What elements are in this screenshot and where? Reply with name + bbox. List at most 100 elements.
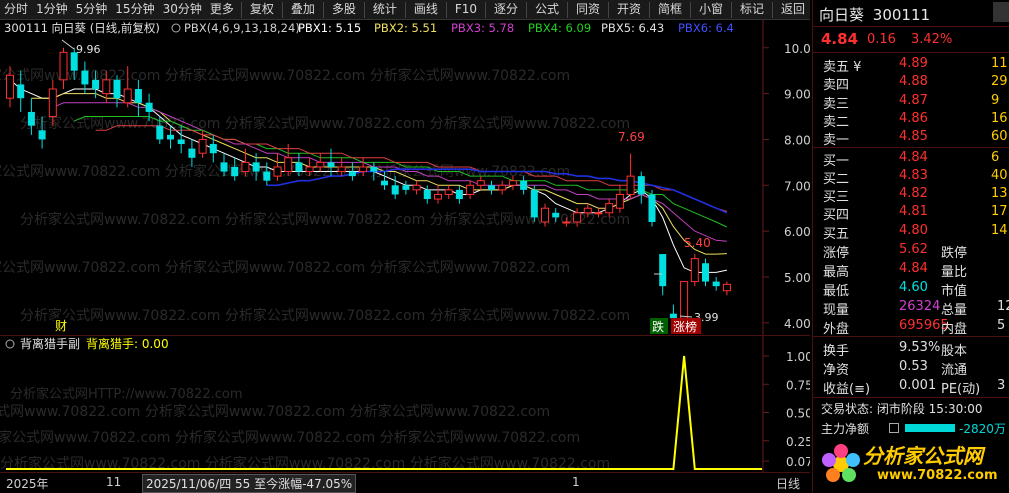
header-pbx2: PBX2: 5.51	[374, 21, 437, 35]
order-book: 卖五 ¥ 4.89 11 卖四 4.88 29 卖三 4.87 9 卖二 4.86 16 卖一 4.85 6…	[813, 54, 1009, 242]
candle-body	[412, 184, 421, 191]
current-price: 4.84	[821, 30, 859, 48]
period-label: 日线	[776, 477, 801, 491]
period-tab-1[interactable]: 1分钟	[32, 0, 72, 20]
toolbar-action-6[interactable]: 逐分	[489, 0, 523, 20]
period-tab-3[interactable]: 15分钟	[111, 0, 158, 20]
candle-body	[348, 171, 356, 177]
watermark-text: 分析家公式网www.70822.com 分析家公式网www.70822.com …	[0, 403, 550, 420]
stat-value: 5.62	[899, 242, 928, 257]
candle	[637, 171, 645, 204]
toolbar-action-11[interactable]: 小窗	[694, 0, 728, 20]
candle-body	[402, 185, 410, 190]
candle-body	[305, 166, 314, 173]
toolbar-action-13[interactable]: 返回	[776, 0, 810, 20]
y-tick-label: 9.00	[784, 88, 810, 102]
candle	[690, 254, 699, 287]
bid-row[interactable]: 买四 4.81 17	[813, 204, 1009, 224]
order-level-label: 买三	[823, 190, 850, 206]
ask-row[interactable]: 卖二 4.86 16	[813, 111, 1009, 130]
candle-body	[81, 70, 89, 85]
stat-value-2: 12	[997, 299, 1009, 314]
candle-body	[562, 221, 571, 224]
ask-row[interactable]: 卖五 ¥ 4.89 11	[813, 56, 1009, 75]
candle-body	[156, 125, 164, 140]
order-price: 4.81	[899, 204, 928, 220]
sub-chart-svg[interactable]: 分析家公式网HTTP://www.70822.com分析家公式网www.7082…	[0, 336, 813, 473]
candle-body	[48, 88, 57, 118]
ask-row[interactable]: 卖四 4.88 29	[813, 74, 1009, 93]
toolbar-action-0[interactable]: 复权	[245, 0, 279, 20]
period-tab-0[interactable]: 分时	[0, 0, 32, 20]
candle-body	[188, 148, 196, 158]
toolbar-action-9[interactable]: 开资	[612, 0, 646, 20]
candle-body	[466, 184, 475, 195]
order-price: 4.80	[899, 222, 928, 238]
order-level-label: 卖三	[823, 96, 850, 112]
sub-chart[interactable]: 分析家公式网HTTP://www.70822.com 分析家公式网www.7082…	[0, 335, 813, 473]
ask-row[interactable]: 卖三 4.87 9	[813, 93, 1009, 112]
stat-label-2: 总量	[941, 303, 968, 318]
candle-body	[17, 84, 25, 99]
stat-label-2: 内盘	[941, 322, 968, 337]
header-pbx5: PBX5: 6.43	[601, 21, 664, 35]
watermark-http: 分析家公式网HTTP://www.70822.com	[10, 386, 243, 402]
bid-row[interactable]: 买二 4.83 40	[813, 168, 1009, 187]
stat-label-2: 流通	[941, 363, 968, 378]
candle-body	[444, 189, 453, 195]
order-price: 4.85	[899, 129, 928, 145]
toolbar-action-2[interactable]: 多股	[327, 0, 361, 20]
stock-code: 300111	[872, 6, 931, 24]
toolbar-action-1[interactable]: 叠加	[286, 0, 320, 20]
stock-name-code: 向日葵 300111	[819, 4, 930, 25]
y-tick-label: 0.75	[786, 378, 810, 392]
toolbar-action-7[interactable]: 公式	[530, 0, 564, 20]
candle-body	[498, 184, 507, 191]
candle-body	[669, 313, 677, 319]
stat-label: 现量	[823, 303, 850, 318]
toolbar-separator	[649, 2, 651, 18]
toolbar-action-5[interactable]: F10	[450, 0, 482, 20]
toolbar-separator	[322, 2, 324, 18]
bid-row[interactable]: 买五 4.80 14	[813, 222, 1009, 242]
toolbar-action-8[interactable]: 同资	[571, 0, 605, 20]
stat-label-2: 股本	[941, 344, 968, 359]
order-level-label: 买四	[823, 208, 850, 224]
main-chart[interactable]: 分析家公式网www.70822.com 分析家公式网www.70822.com …	[0, 20, 818, 335]
candle-body	[573, 212, 582, 223]
toolbar-action-3[interactable]: 统计	[368, 0, 402, 20]
main-chart-svg[interactable]: 分析家公式网www.70822.com 分析家公式网www.70822.com …	[0, 20, 818, 335]
candle	[273, 153, 282, 181]
toolbar-separator	[690, 2, 692, 18]
candle-body	[659, 254, 667, 287]
period-tab-5[interactable]: 更多	[206, 0, 238, 20]
y-tick-label: 1.00	[786, 350, 810, 364]
candle-body	[252, 162, 260, 172]
limit-up-tag: 涨榜	[673, 319, 697, 334]
candle-body	[605, 203, 614, 214]
panel-collapse-button[interactable]	[993, 2, 1009, 22]
logo-url: www.70822.com	[877, 468, 998, 483]
brand-logo: 分析家公式网 www.70822.com	[813, 436, 1009, 493]
bid-row[interactable]: 买一 4.84 6	[813, 150, 1009, 169]
candle	[188, 139, 196, 167]
period-tab-2[interactable]: 5分钟	[72, 0, 112, 20]
stat-label: 换手	[823, 344, 850, 359]
candle-body	[615, 193, 624, 209]
stock-name: 向日葵	[819, 6, 865, 24]
toolbar-action-12[interactable]: 标记	[735, 0, 769, 20]
toolbar-action-4[interactable]: 画线	[409, 0, 443, 20]
candle-body	[209, 144, 217, 154]
candle	[712, 276, 720, 291]
period-tab-4[interactable]: 30分钟	[159, 0, 206, 20]
toolbar-action-10[interactable]: 简框	[653, 0, 687, 20]
menu-icon[interactable]	[889, 423, 899, 433]
order-level-label: 买五	[823, 226, 850, 242]
ask-row[interactable]: 卖一 4.85 60	[813, 129, 1009, 148]
recent-price-label: 5.40	[684, 236, 711, 250]
order-level-label: 卖五 ¥	[823, 60, 862, 75]
candle	[455, 185, 463, 204]
bid-row[interactable]: 买三 4.82 13	[813, 186, 1009, 206]
stat-value: 0.001	[899, 378, 937, 393]
quote-panel: 向日葵 300111 4.84 0.16 3.42% 卖五 ¥ 4.89 11 卖四 4…	[812, 0, 1009, 493]
